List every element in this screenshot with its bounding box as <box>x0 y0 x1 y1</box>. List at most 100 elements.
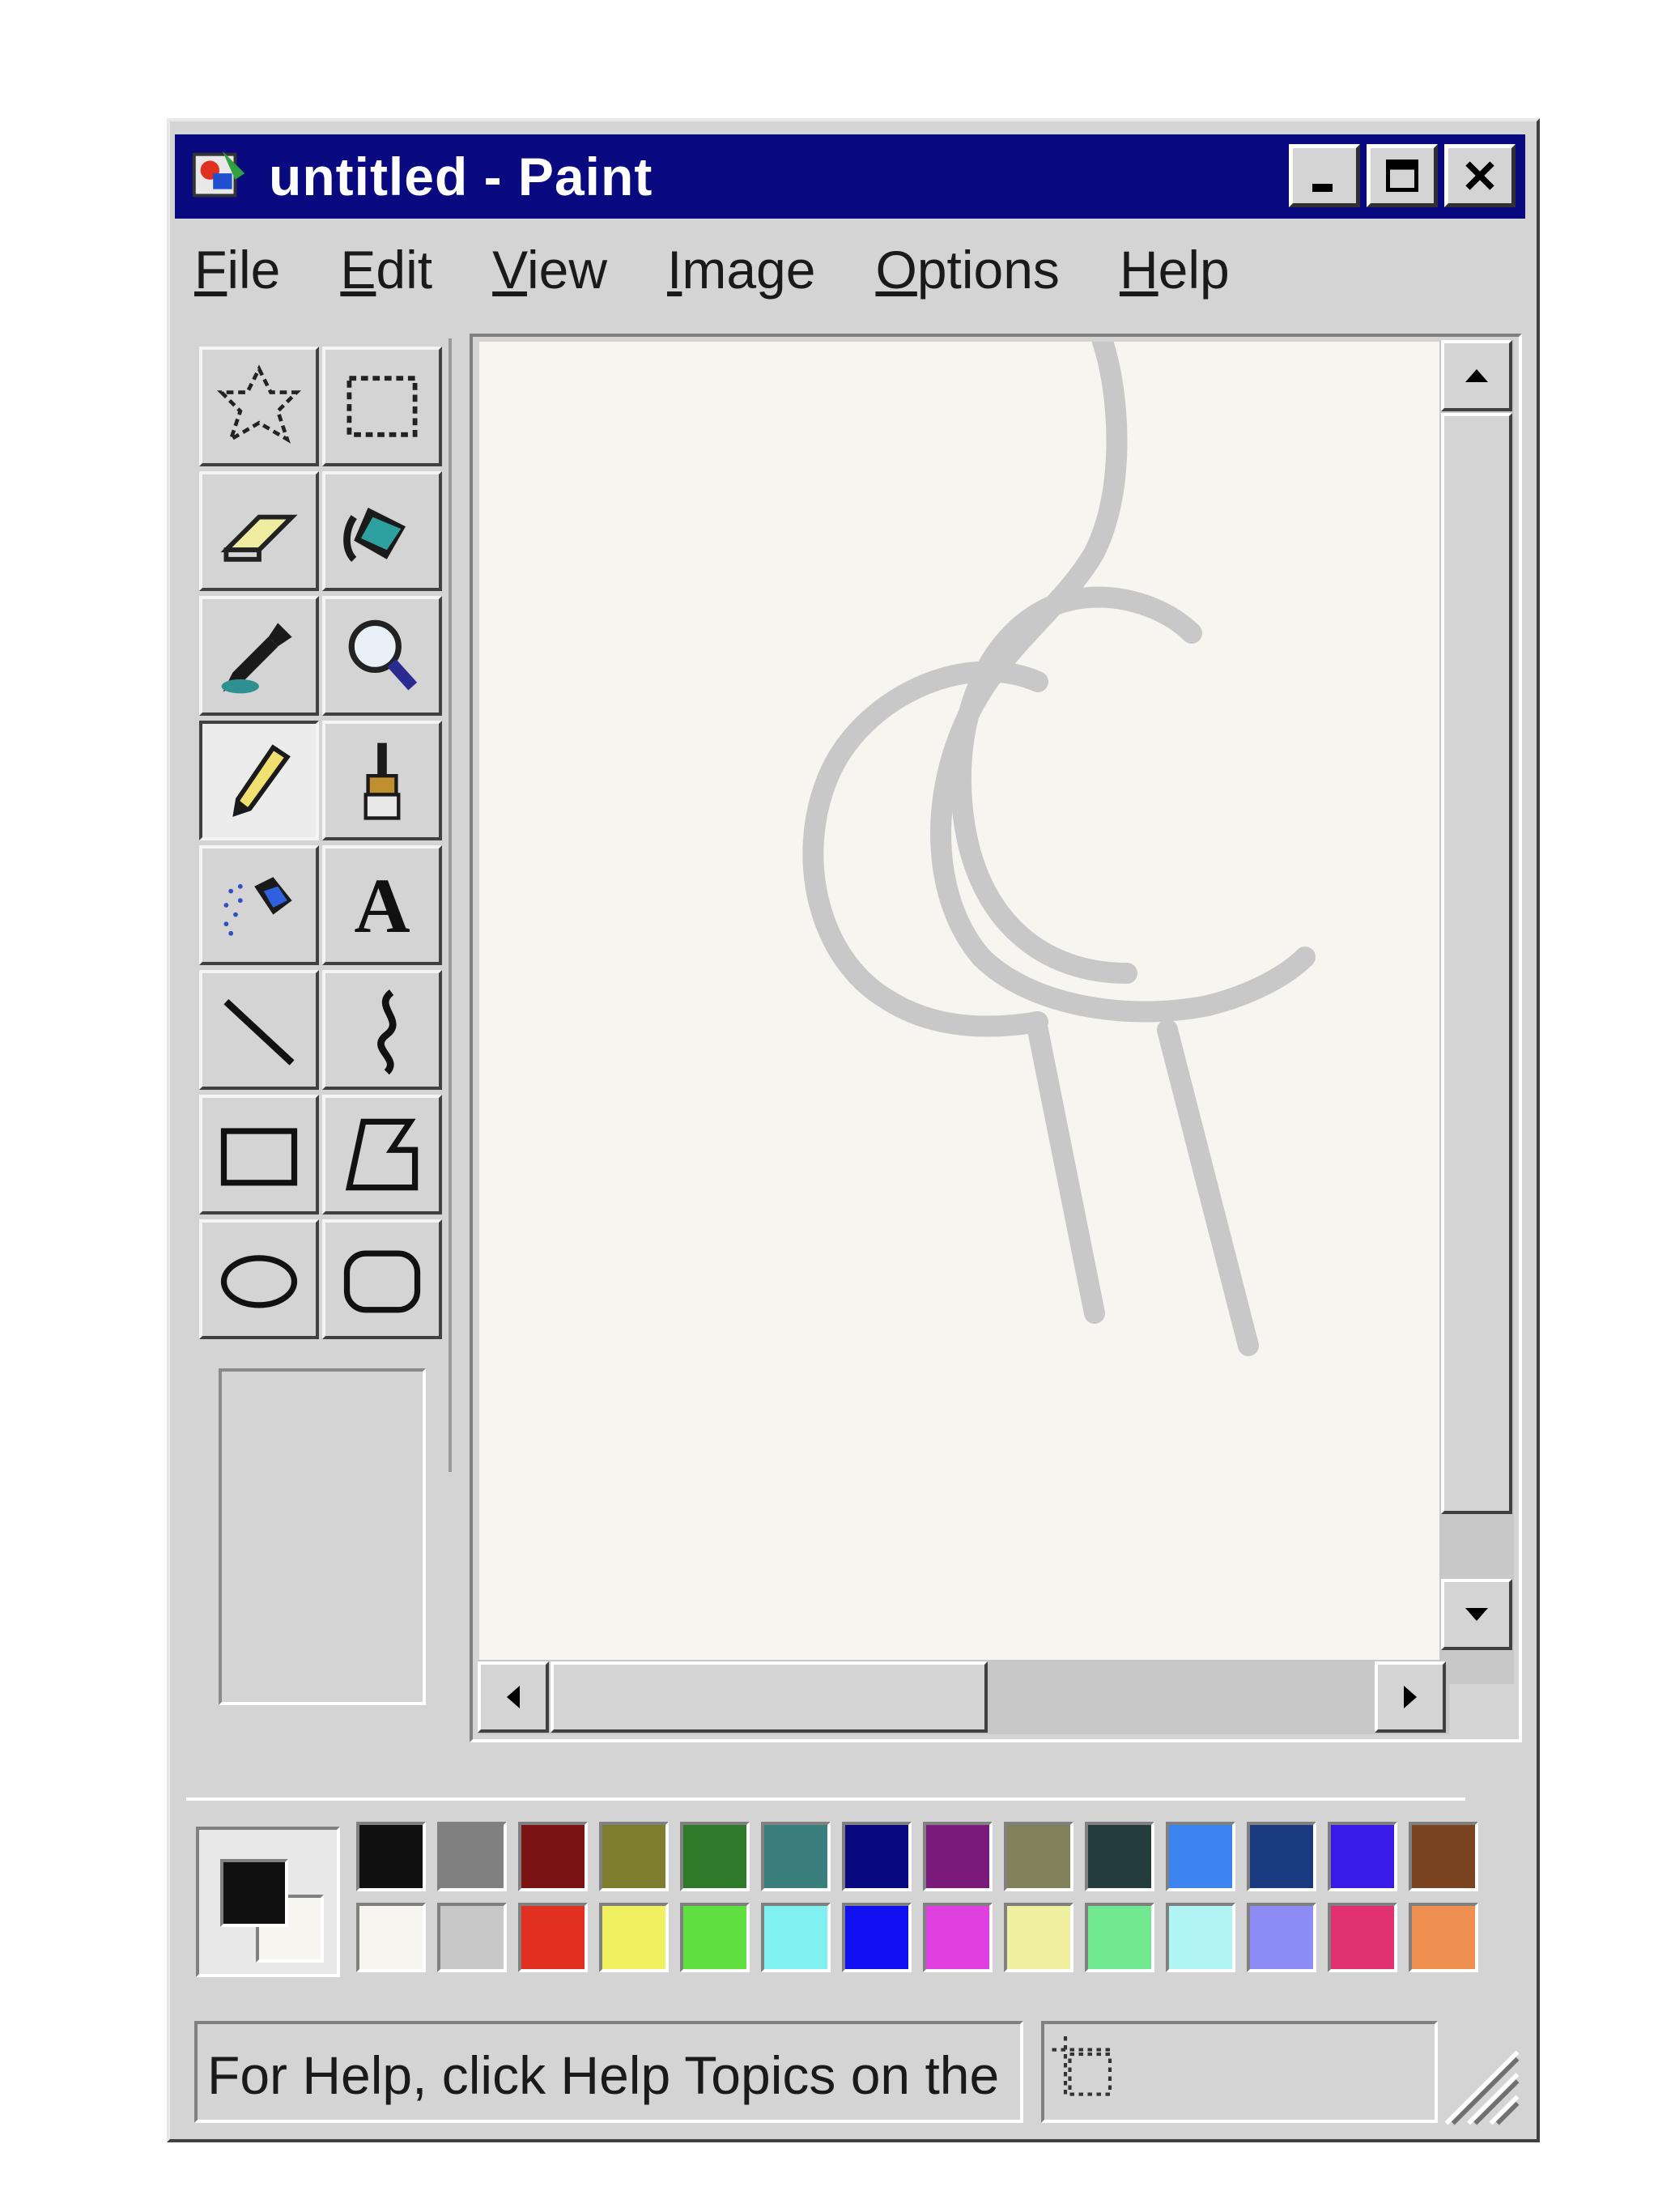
tool-pencil[interactable] <box>199 721 319 840</box>
palette-color[interactable] <box>356 1822 426 1891</box>
minimize-button[interactable] <box>1289 144 1360 207</box>
tool-rectangle[interactable] <box>199 1095 319 1214</box>
palette-color[interactable] <box>518 1822 588 1891</box>
palette-color[interactable] <box>1328 1822 1397 1891</box>
eyedropper-icon <box>221 623 292 694</box>
vertical-scroll-thumb[interactable] <box>1441 413 1512 1514</box>
palette-color[interactable] <box>923 1822 993 1891</box>
canvas-area <box>470 334 1522 1742</box>
palette-color[interactable] <box>1004 1903 1073 1972</box>
free-form-select-icon <box>216 364 302 444</box>
palette-color[interactable] <box>842 1822 912 1891</box>
scroll-up-button[interactable] <box>1441 340 1512 411</box>
maximize-button[interactable] <box>1367 144 1438 207</box>
menu-view[interactable]: View <box>492 239 607 300</box>
tool-select[interactable] <box>322 347 442 466</box>
palette-color[interactable] <box>518 1903 588 1972</box>
arrow-right-icon <box>1404 1686 1417 1708</box>
menu-help[interactable]: Help <box>1120 239 1230 300</box>
drawing-canvas[interactable] <box>479 342 1451 1678</box>
close-icon <box>1465 161 1494 190</box>
brush-icon <box>363 742 401 820</box>
close-button[interactable] <box>1444 144 1516 207</box>
palette-color[interactable] <box>1085 1903 1154 1972</box>
menu-options[interactable]: Options <box>875 239 1059 300</box>
tool-airbrush[interactable] <box>199 845 319 965</box>
rounded-rectangle-icon <box>343 1250 421 1313</box>
palette-color[interactable] <box>1166 1822 1235 1891</box>
palette-color[interactable] <box>761 1822 831 1891</box>
menu-bar: File Edit View Image Options Help <box>194 233 1290 306</box>
foreground-color-swatch[interactable] <box>220 1859 288 1927</box>
tool-pick-color[interactable] <box>199 596 319 716</box>
palette-color[interactable] <box>1247 1903 1316 1972</box>
palette-color[interactable] <box>761 1903 831 1972</box>
tool-eraser[interactable] <box>199 471 319 591</box>
title-bar[interactable]: untitled - Paint <box>175 134 1525 219</box>
palette-color[interactable] <box>1004 1822 1073 1891</box>
toolbox: A <box>193 338 452 1472</box>
magnifier-icon <box>348 619 418 691</box>
tool-line[interactable] <box>199 970 319 1090</box>
palette-color[interactable] <box>1247 1822 1316 1891</box>
tool-brush[interactable] <box>322 721 442 840</box>
text-icon: A <box>354 861 410 949</box>
rectangle-icon <box>220 1128 298 1186</box>
tool-fill-with-color[interactable] <box>322 471 442 591</box>
arrow-left-icon <box>507 1686 520 1708</box>
status-help-text: For Help, click Help Topics on the <box>194 2021 1023 2123</box>
paint-window: untitled - Paint File Edit View Image Op… <box>167 118 1540 2142</box>
menu-file[interactable]: File <box>194 239 280 300</box>
tool-options-box[interactable] <box>219 1368 426 1705</box>
tool-polygon[interactable] <box>322 1095 442 1214</box>
horizontal-scroll-thumb[interactable] <box>551 1661 988 1733</box>
horizontal-scrollbar[interactable] <box>478 1660 1449 1734</box>
scroll-right-button[interactable] <box>1375 1661 1446 1733</box>
palette-color[interactable] <box>1409 1903 1478 1972</box>
vertical-scrollbar[interactable] <box>1439 340 1514 1684</box>
palette-color[interactable] <box>1085 1822 1154 1891</box>
scroll-left-button[interactable] <box>478 1661 549 1733</box>
menu-edit[interactable]: Edit <box>340 239 432 300</box>
canvas-drawing <box>802 342 1316 1356</box>
palette-color[interactable] <box>1409 1822 1478 1891</box>
maximize-icon <box>1386 160 1418 192</box>
menu-image[interactable]: Image <box>667 239 815 300</box>
paint-app-icon[interactable] <box>188 145 251 208</box>
tool-magnifier[interactable] <box>322 596 442 716</box>
tool-curve[interactable] <box>322 970 442 1090</box>
line-icon <box>223 999 295 1066</box>
palette-color[interactable] <box>842 1903 912 1972</box>
arrow-up-icon <box>1465 369 1488 382</box>
palette-color[interactable] <box>356 1903 426 1972</box>
palette-color[interactable] <box>1328 1903 1397 1972</box>
palette-color[interactable] <box>599 1903 669 1972</box>
curve-icon <box>377 989 397 1075</box>
palette-color[interactable] <box>437 1822 507 1891</box>
window-title: untitled - Paint <box>269 147 653 206</box>
tool-text[interactable]: A <box>322 845 442 965</box>
ellipse-icon <box>220 1255 298 1308</box>
resize-grip-icon[interactable] <box>1433 2039 1522 2128</box>
palette-color[interactable] <box>599 1822 669 1891</box>
tool-free-form-select[interactable] <box>199 347 319 466</box>
airbrush-icon <box>223 877 292 936</box>
pencil-icon <box>232 744 291 817</box>
palette-color[interactable] <box>680 1903 750 1972</box>
eraser-icon <box>220 514 298 562</box>
scroll-down-button[interactable] <box>1441 1579 1512 1650</box>
palette-color[interactable] <box>680 1822 750 1891</box>
status-selection-size <box>1041 2021 1438 2123</box>
color-box <box>186 1797 1478 1995</box>
palette-color[interactable] <box>923 1903 993 1972</box>
polygon-icon <box>345 1118 419 1191</box>
tool-ellipse[interactable] <box>199 1219 319 1339</box>
palette-color[interactable] <box>437 1903 507 1972</box>
palette-color[interactable] <box>1166 1903 1235 1972</box>
rectangle-select-icon <box>346 376 418 437</box>
status-bar: For Help, click Help Topics on the <box>194 2021 1522 2128</box>
tool-rounded-rectangle[interactable] <box>322 1219 442 1339</box>
minimize-icon <box>1312 184 1333 192</box>
selection-size-icon <box>1052 2036 1115 2096</box>
current-colors[interactable] <box>196 1827 340 1977</box>
